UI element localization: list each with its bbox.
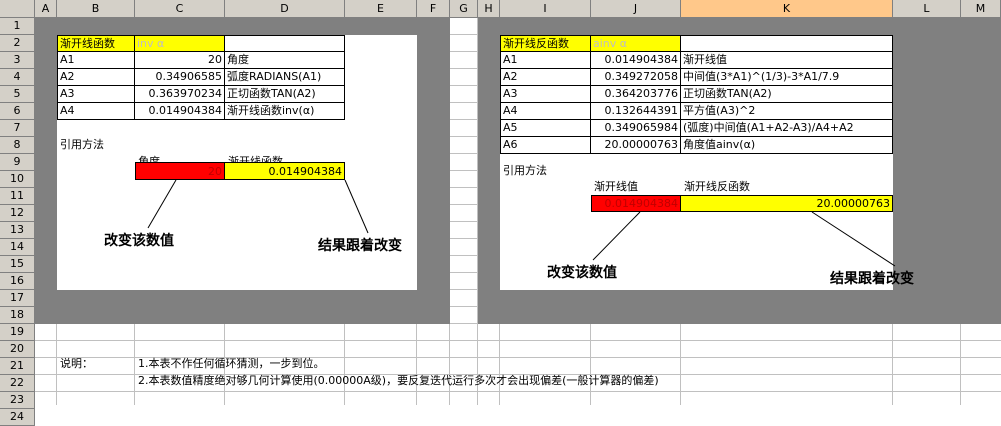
notes-line-2: 2.本表数值精度绝对够几何计算使用(0.00000A级)，要反复迭代运行多次才会… <box>138 374 659 387</box>
right-result-line <box>811 211 896 267</box>
callout-lines <box>147 179 896 267</box>
notes-line-1: 1.本表不作任何循环猜测，一步到位。 <box>138 357 325 370</box>
left-result-line <box>344 179 369 234</box>
right-change-line <box>592 211 641 261</box>
notes-label: 说明： <box>60 357 93 370</box>
left-change-line <box>147 179 177 229</box>
row-header-24[interactable]: 24 <box>0 409 35 426</box>
